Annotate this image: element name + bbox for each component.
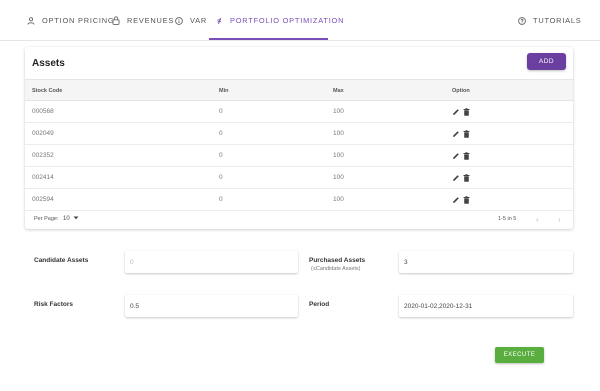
currency-icon <box>216 17 223 25</box>
purchased-assets-input[interactable]: 3 <box>399 251 573 273</box>
cell-max: 100 <box>333 108 344 115</box>
tab-var[interactable]: VAR <box>175 0 207 41</box>
assets-card: Assets ADD Stock Code Min Max Option 000… <box>25 47 573 229</box>
person-icon <box>27 16 35 25</box>
purchased-assets-label: Purchased Assets <box>309 257 366 264</box>
execute-button[interactable]: EXECUTE <box>495 347 544 363</box>
risk-factors-label: Risk Factors <box>34 301 74 308</box>
delete-icon[interactable] <box>463 174 470 182</box>
column-header-option: Option <box>452 88 470 94</box>
tutorials-link[interactable]: TUTORIALS <box>518 0 582 41</box>
per-page-value: 10 <box>63 216 70 222</box>
cell-stock-code: 002414 <box>32 174 54 181</box>
cell-min: 0 <box>219 196 223 203</box>
risk-factors-input[interactable]: 0.5 <box>125 295 298 317</box>
table-header: Stock Code Min Max Option <box>25 79 573 101</box>
info-icon <box>175 16 183 25</box>
delete-icon[interactable] <box>463 108 470 116</box>
delete-icon[interactable] <box>463 152 470 160</box>
cell-min: 0 <box>219 174 223 181</box>
tab-revenues[interactable]: REVENUES <box>112 0 174 41</box>
table-row: 000568 0 100 <box>25 101 573 123</box>
cell-max: 100 <box>333 196 344 203</box>
add-button[interactable]: ADD <box>527 53 566 70</box>
tab-portfolio-optimization[interactable]: PORTFOLIO OPTIMIZATION <box>216 0 344 41</box>
row-options <box>452 145 470 167</box>
column-header-max[interactable]: Max <box>333 80 344 102</box>
column-header-stock-code[interactable]: Stock Code <box>32 80 62 102</box>
cell-min: 0 <box>219 152 223 159</box>
tab-option-pricing[interactable]: OPTION PRICING <box>27 0 114 41</box>
table-row: 002414 0 100 <box>25 167 573 189</box>
top-nav: OPTION PRICING REVENUES VAR PORTFOLIO OP… <box>0 0 600 41</box>
tutorials-label: TUTORIALS <box>533 16 582 25</box>
candidate-assets-input[interactable]: 0 <box>125 251 298 273</box>
delete-icon[interactable] <box>463 196 470 204</box>
edit-icon[interactable] <box>452 108 460 116</box>
pagination-range: 1-5 in 5 <box>498 216 517 222</box>
prev-page-button[interactable]: ‹ <box>536 210 539 229</box>
edit-icon[interactable] <box>452 152 460 160</box>
tab-label: REVENUES <box>127 16 175 25</box>
cell-stock-code: 002594 <box>32 196 54 203</box>
cell-stock-code: 002049 <box>32 130 54 137</box>
cell-stock-code: 000568 <box>32 108 54 115</box>
active-tab-indicator <box>209 38 328 40</box>
edit-icon[interactable] <box>452 174 460 182</box>
row-options <box>452 189 470 211</box>
table-pagination: Per Page: 10 1-5 in 5 ‹ › <box>25 210 573 229</box>
column-header-min[interactable]: Min <box>219 80 228 102</box>
tab-label: PORTFOLIO OPTIMIZATION <box>230 16 345 25</box>
delete-icon[interactable] <box>463 130 470 138</box>
per-page-label: Per Page: <box>34 216 59 222</box>
period-input[interactable]: 2020-01-02,2020-12-31 <box>399 295 573 317</box>
next-page-button[interactable]: › <box>558 210 561 229</box>
table-row: 002049 0 100 <box>25 123 573 145</box>
purchased-assets-hint: (≤Candidate Assets) <box>311 266 361 272</box>
table-row: 002352 0 100 <box>25 145 573 167</box>
cell-max: 100 <box>333 152 344 159</box>
tab-label: OPTION PRICING <box>42 16 115 25</box>
edit-icon[interactable] <box>452 196 460 204</box>
row-options <box>452 167 470 189</box>
per-page-select[interactable]: 10 <box>63 210 79 229</box>
lock-icon <box>112 16 120 25</box>
table-row: 002594 0 100 <box>25 189 573 211</box>
cell-max: 100 <box>333 130 344 137</box>
cell-stock-code: 002352 <box>32 152 54 159</box>
cell-max: 100 <box>333 174 344 181</box>
cell-min: 0 <box>219 130 223 137</box>
row-options <box>452 101 470 123</box>
candidate-assets-label: Candidate Assets <box>34 257 89 264</box>
row-options <box>452 123 470 145</box>
tab-label: VAR <box>190 16 208 25</box>
edit-icon[interactable] <box>452 130 460 138</box>
period-label: Period <box>309 301 330 308</box>
caret-down-icon <box>73 210 79 229</box>
help-circle-icon <box>518 16 526 25</box>
cell-min: 0 <box>219 108 223 115</box>
assets-title: Assets <box>32 58 65 69</box>
